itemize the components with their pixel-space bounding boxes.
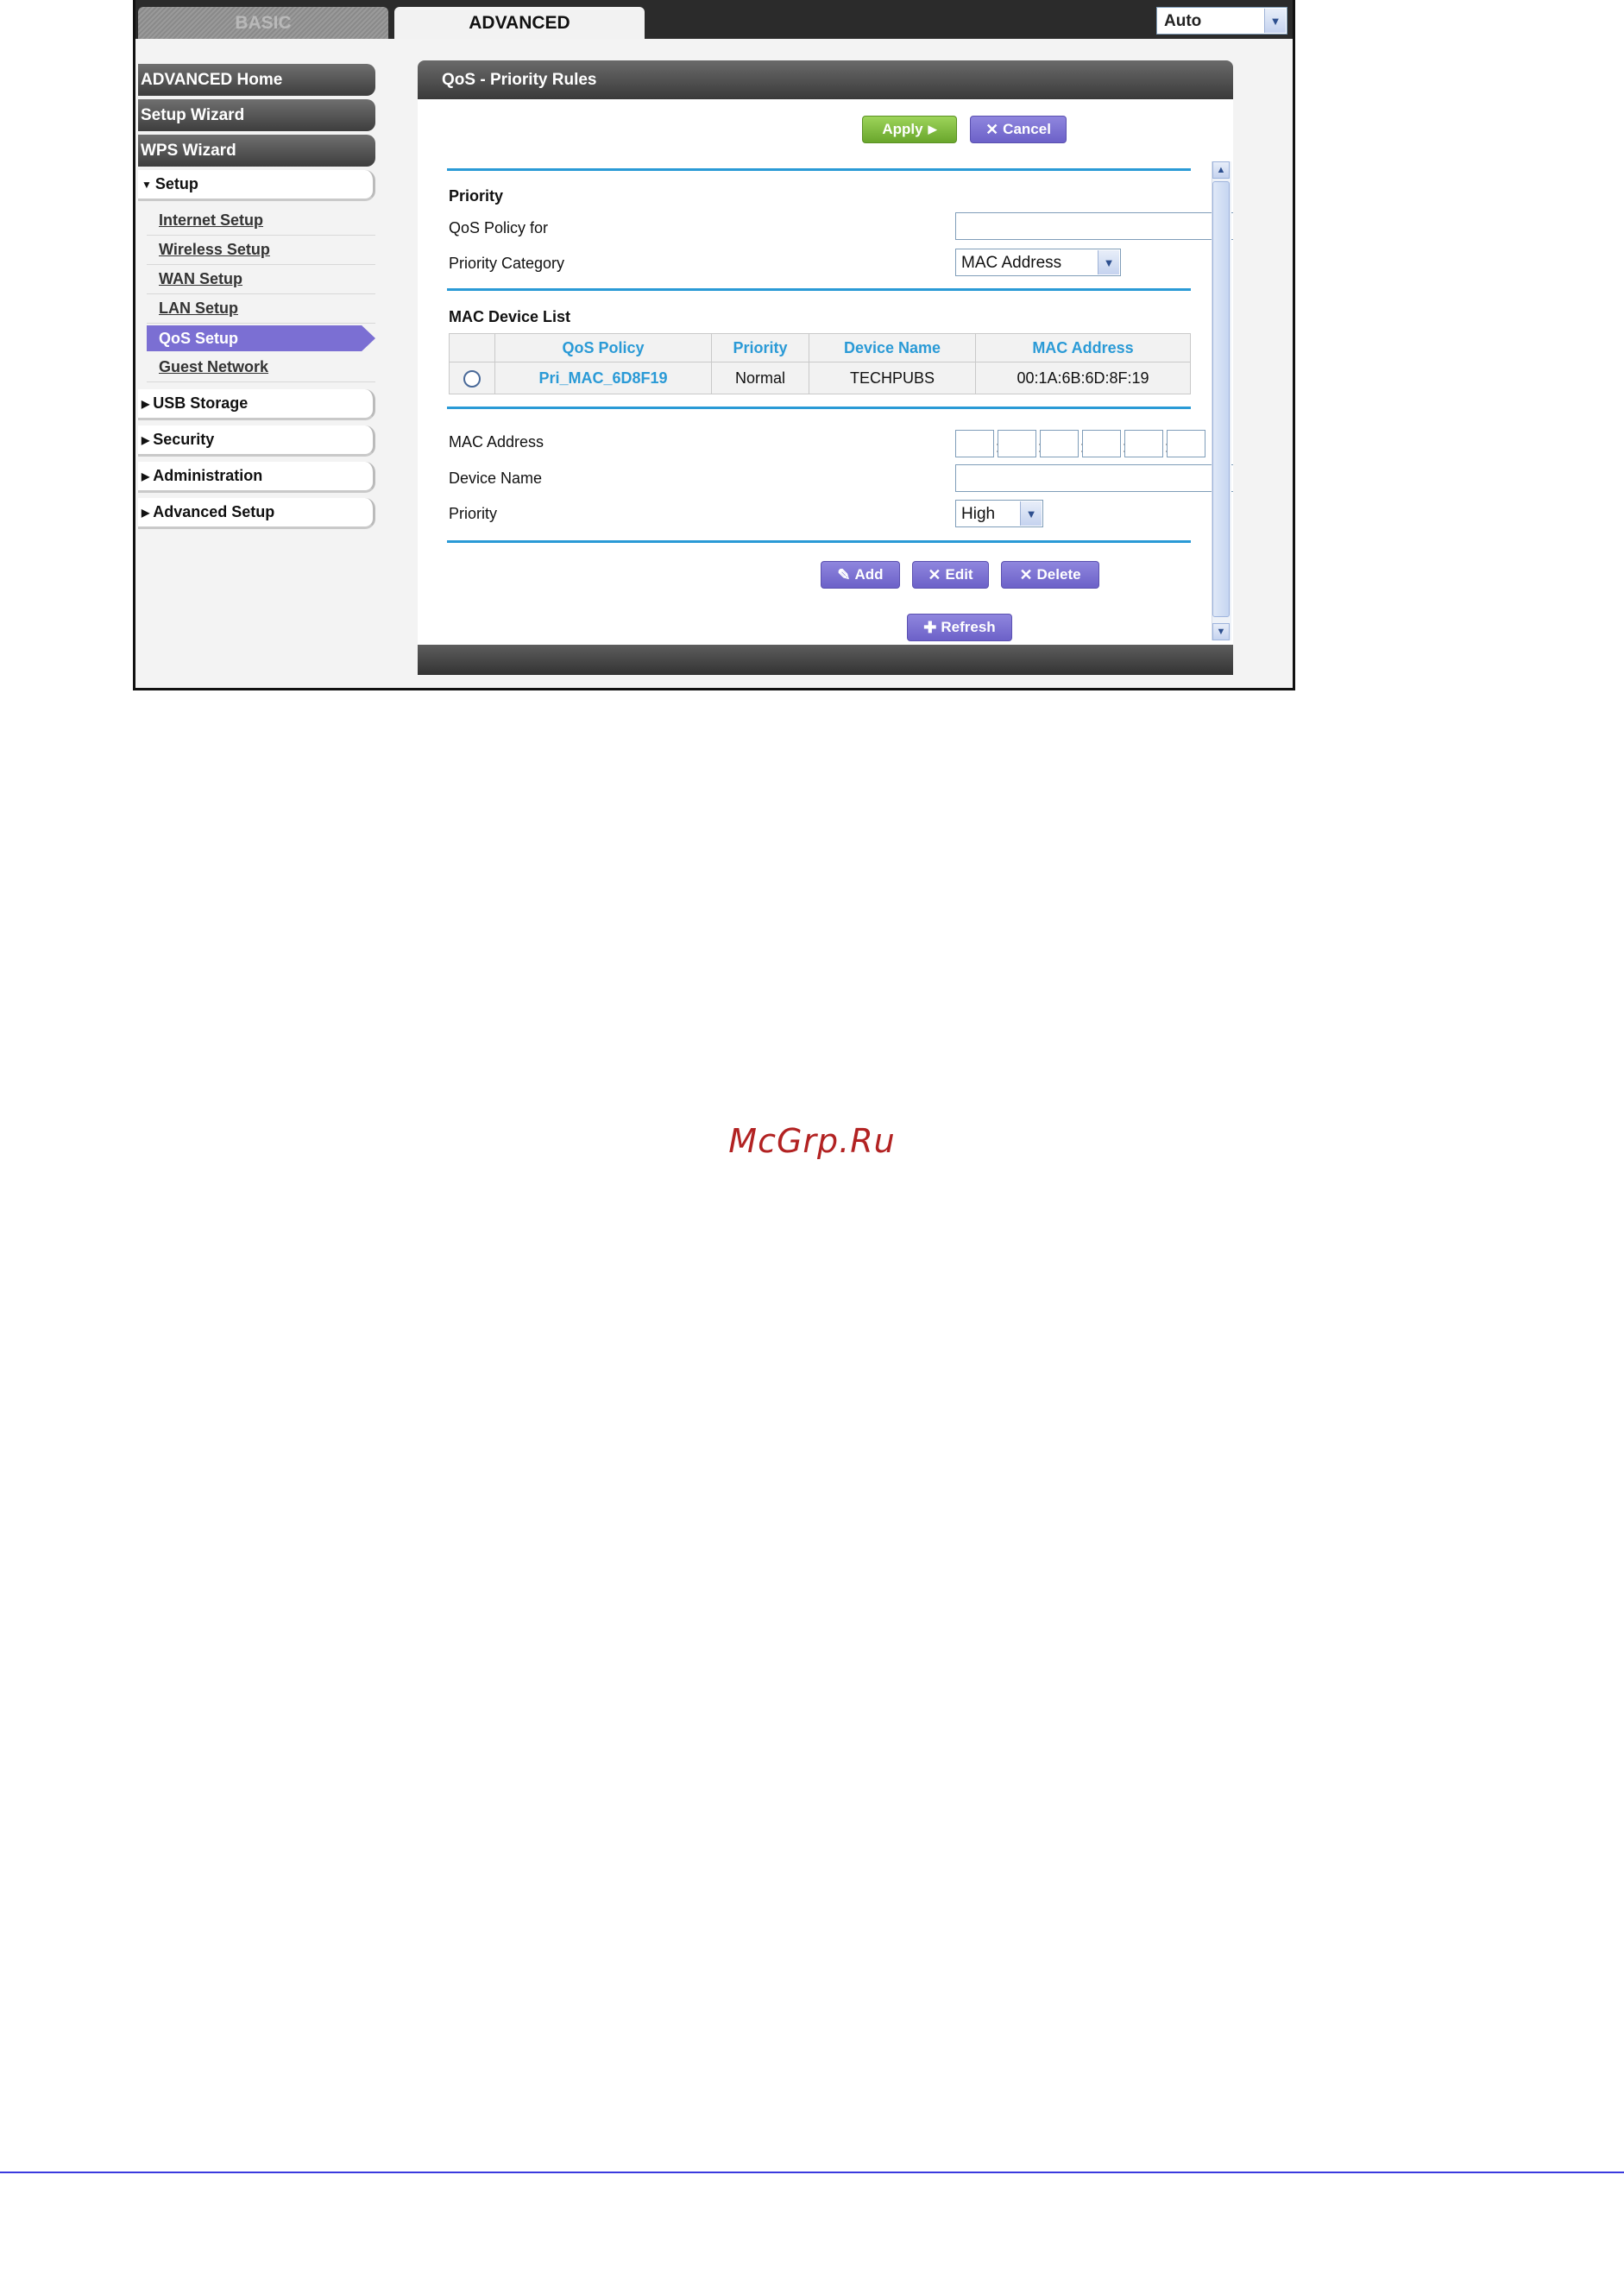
qos-priority-rules-panel: QoS - Priority Rules Apply ▶ ✕ Cancel Pr… bbox=[418, 60, 1233, 675]
language-select-value: Auto bbox=[1164, 12, 1202, 30]
chevron-down-icon[interactable]: ▼ bbox=[1020, 501, 1042, 526]
mac-octet-5-input[interactable] bbox=[1124, 430, 1163, 457]
sidebar-item-label: Advanced Setup bbox=[153, 503, 275, 520]
table-header-select bbox=[449, 333, 495, 362]
priority-category-select[interactable]: MAC Address ▼ bbox=[955, 249, 1121, 276]
device-name-input[interactable] bbox=[955, 464, 1233, 492]
refresh-button[interactable]: ✚ Refresh bbox=[907, 614, 1012, 641]
close-icon: ✕ bbox=[1019, 565, 1033, 583]
mac-octet-3-input[interactable] bbox=[1040, 430, 1079, 457]
cell-mac-address: 00:1A:6B:6D:8F:19 bbox=[975, 362, 1191, 394]
sidebar-item-setup[interactable]: ▼ Setup bbox=[138, 170, 375, 201]
mac-octet-2-input[interactable] bbox=[998, 430, 1036, 457]
router-ui-window: BASIC ADVANCED Auto ▼ ADVANCED Home Setu… bbox=[133, 0, 1295, 690]
add-button[interactable]: ✎ Add bbox=[821, 561, 900, 589]
sidebar-item-advanced-setup[interactable]: ▶ Advanced Setup bbox=[138, 498, 375, 529]
sidebar-item-advanced-home[interactable]: ADVANCED Home bbox=[138, 64, 375, 96]
plus-icon: ✚ bbox=[923, 618, 937, 636]
pencil-icon: ✎ bbox=[837, 565, 851, 583]
chevron-down-icon[interactable]: ▼ bbox=[1098, 250, 1119, 274]
row-select-cell bbox=[449, 362, 495, 394]
priority-label: Priority bbox=[449, 505, 498, 522]
sidebar-item-usb-storage[interactable]: ▶ USB Storage bbox=[138, 389, 375, 420]
panel-footer bbox=[418, 645, 1233, 675]
divider bbox=[447, 407, 1191, 409]
sidebar-item-label: Security bbox=[153, 431, 215, 448]
table-row[interactable]: Pri_MAC_6D8F19 Normal TECHPUBS 00:1A:6B:… bbox=[449, 362, 1191, 394]
table-header-qos-policy: QoS Policy bbox=[494, 333, 712, 362]
priority-category-label: Priority Category bbox=[449, 255, 565, 272]
play-icon: ▶ bbox=[928, 123, 937, 136]
divider bbox=[447, 168, 1191, 171]
add-button-label: Add bbox=[854, 566, 884, 583]
edit-button-label: Edit bbox=[945, 566, 973, 583]
device-name-label: Device Name bbox=[449, 470, 543, 487]
close-icon: ✕ bbox=[928, 565, 941, 583]
priority-select[interactable]: High ▼ bbox=[955, 500, 1043, 527]
apply-button-label: Apply bbox=[882, 121, 923, 137]
sidebar-subitem-qos-setup[interactable]: QoS Setup bbox=[147, 325, 375, 351]
sidebar-item-wps-wizard[interactable]: WPS Wizard bbox=[138, 135, 375, 167]
row-radio-button[interactable] bbox=[463, 369, 481, 388]
qos-policy-for-input[interactable] bbox=[955, 212, 1233, 240]
divider bbox=[447, 540, 1191, 543]
sidebar-item-administration[interactable]: ▶ Administration bbox=[138, 462, 375, 493]
divider bbox=[447, 288, 1191, 291]
panel-title: QoS - Priority Rules bbox=[418, 60, 1233, 99]
sidebar-subitem-wan-setup[interactable]: WAN Setup bbox=[147, 265, 375, 294]
sidebar-subitem-guest-network[interactable]: Guest Network bbox=[147, 353, 375, 382]
mac-device-list-title: MAC Device List bbox=[449, 308, 571, 325]
priority-category-value: MAC Address bbox=[961, 254, 1062, 272]
sidebar-subitem-wireless-setup[interactable]: Wireless Setup bbox=[147, 236, 375, 265]
close-icon: ✕ bbox=[985, 120, 999, 138]
sidebar-item-security[interactable]: ▶ Security bbox=[138, 426, 375, 457]
mac-octet-1-input[interactable] bbox=[955, 430, 994, 457]
page-bottom-rule bbox=[0, 2172, 1624, 2173]
triangle-down-icon: ▼ bbox=[142, 178, 152, 191]
triangle-right-icon: ▶ bbox=[142, 433, 150, 446]
delete-button-label: Delete bbox=[1036, 566, 1081, 583]
triangle-right-icon: ▶ bbox=[142, 506, 150, 519]
cancel-button[interactable]: ✕ Cancel bbox=[970, 116, 1067, 143]
sidebar-item-label: USB Storage bbox=[153, 394, 249, 412]
scrollbar-thumb[interactable] bbox=[1212, 181, 1230, 617]
top-tab-bar: BASIC ADVANCED Auto ▼ bbox=[135, 0, 1293, 39]
table-header-mac-address: MAC Address bbox=[975, 333, 1191, 362]
sidebar: ADVANCED Home Setup Wizard WPS Wizard ▼ … bbox=[138, 64, 380, 534]
sidebar-subitem-lan-setup[interactable]: LAN Setup bbox=[147, 294, 375, 324]
sidebar-item-label: Setup bbox=[154, 175, 198, 192]
apply-button[interactable]: Apply ▶ bbox=[862, 116, 957, 143]
mac-device-table: QoS Policy Priority Device Name MAC Addr… bbox=[449, 333, 1191, 394]
table-header-priority: Priority bbox=[711, 333, 809, 362]
mac-address-label: MAC Address bbox=[449, 433, 544, 451]
mac-octet-6-input[interactable] bbox=[1167, 430, 1205, 457]
mac-octet-4-input[interactable] bbox=[1082, 430, 1121, 457]
triangle-right-icon: ▶ bbox=[142, 470, 150, 482]
cell-priority: Normal bbox=[711, 362, 809, 394]
table-header-device-name: Device Name bbox=[809, 333, 976, 362]
qos-policy-for-label: QoS Policy for bbox=[449, 219, 549, 236]
scroll-up-icon[interactable]: ▲ bbox=[1212, 161, 1230, 179]
sidebar-item-label: Administration bbox=[153, 467, 263, 484]
scroll-down-icon[interactable]: ▼ bbox=[1212, 623, 1230, 640]
chevron-down-icon[interactable]: ▼ bbox=[1264, 9, 1286, 33]
refresh-button-label: Refresh bbox=[941, 619, 996, 635]
priority-select-value: High bbox=[961, 505, 996, 523]
tab-basic[interactable]: BASIC bbox=[138, 7, 388, 39]
priority-section-title: Priority bbox=[449, 187, 504, 205]
sidebar-subitem-internet-setup[interactable]: Internet Setup bbox=[147, 206, 375, 236]
language-select[interactable]: Auto ▼ bbox=[1156, 7, 1287, 35]
triangle-right-icon: ▶ bbox=[142, 397, 150, 410]
cell-qos-policy: Pri_MAC_6D8F19 bbox=[494, 362, 712, 394]
sidebar-item-setup-wizard[interactable]: Setup Wizard bbox=[138, 99, 375, 131]
tab-advanced[interactable]: ADVANCED bbox=[394, 7, 645, 39]
edit-button[interactable]: ✕ Edit bbox=[912, 561, 989, 589]
watermark: McGrp.Ru bbox=[728, 1122, 896, 1160]
cancel-button-label: Cancel bbox=[1003, 121, 1051, 137]
cell-device-name: TECHPUBS bbox=[809, 362, 976, 394]
delete-button[interactable]: ✕ Delete bbox=[1001, 561, 1099, 589]
table-header-row: QoS Policy Priority Device Name MAC Addr… bbox=[449, 333, 1191, 362]
